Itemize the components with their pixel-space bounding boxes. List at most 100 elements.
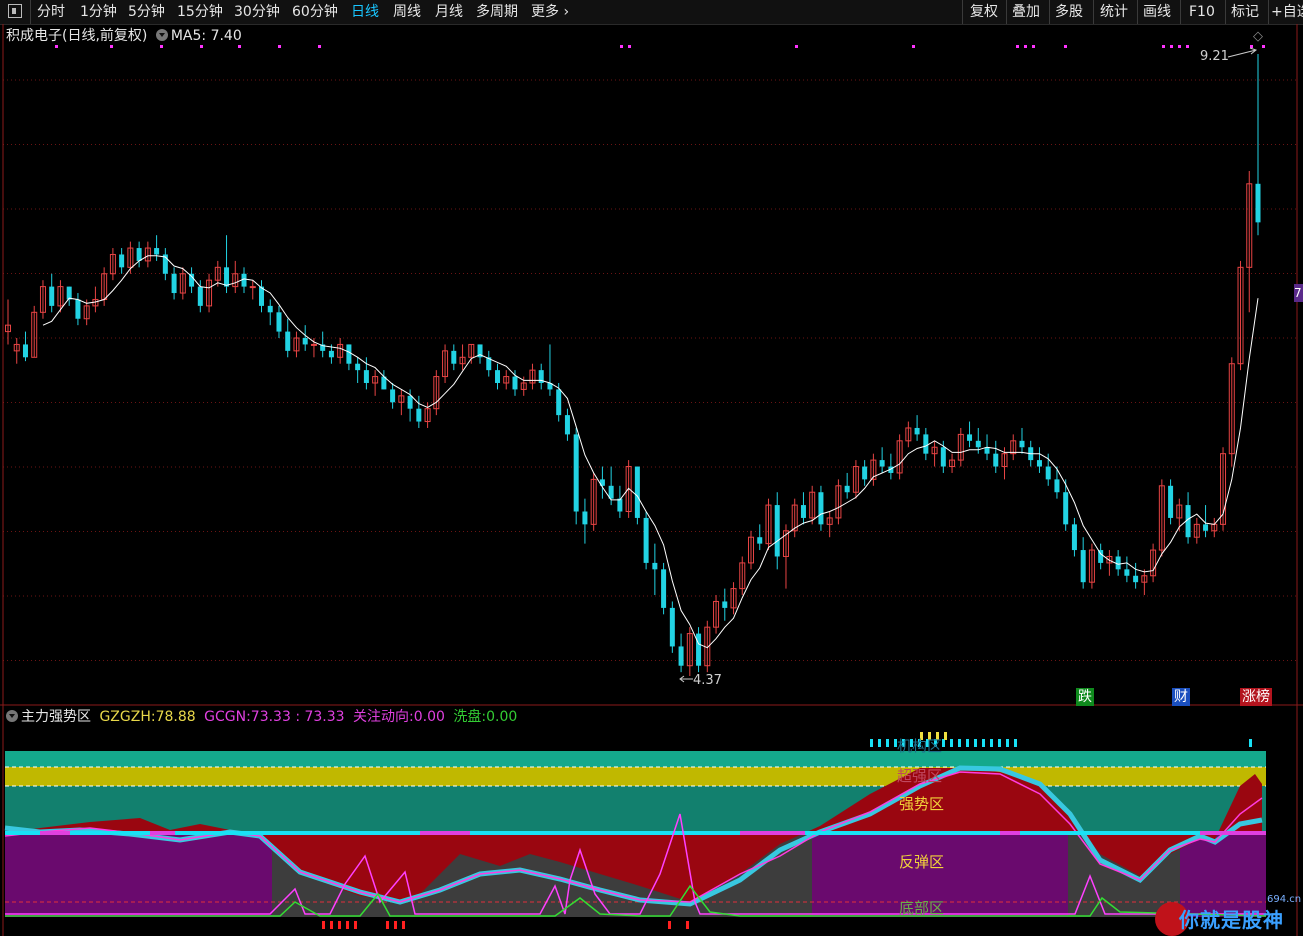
candlestick-series bbox=[5, 54, 1261, 676]
tag-limit-up[interactable]: 涨榜 bbox=[1240, 688, 1272, 706]
period-tab-5min[interactable]: 5分钟 bbox=[128, 2, 165, 22]
signal-tick bbox=[686, 921, 689, 929]
statistics-button[interactable]: 统计 bbox=[1100, 2, 1128, 22]
period-tab-monthly[interactable]: 月线 bbox=[435, 2, 463, 22]
f10-button[interactable]: F10 bbox=[1189, 2, 1215, 22]
candle-body-down bbox=[22, 344, 28, 358]
candle-body-down bbox=[451, 350, 457, 364]
tag-drop[interactable]: 跌 bbox=[1076, 688, 1094, 706]
signal-tick bbox=[402, 921, 405, 929]
signal-marker bbox=[1186, 45, 1189, 48]
more-label: 更多 bbox=[531, 4, 559, 20]
low-price-label: 4.37 bbox=[693, 673, 722, 688]
divider bbox=[962, 0, 963, 24]
mark-button[interactable]: 标记 bbox=[1231, 2, 1259, 22]
stock-name[interactable]: 积成电子 bbox=[6, 28, 62, 44]
signal-marker bbox=[795, 45, 798, 48]
candle-body-down bbox=[1133, 575, 1139, 583]
signal-tick bbox=[668, 921, 671, 929]
candle-body-down bbox=[993, 453, 999, 467]
signal-marker bbox=[238, 45, 241, 48]
signal-tick bbox=[974, 739, 977, 747]
divider bbox=[1049, 0, 1050, 24]
candle-body-down bbox=[967, 434, 973, 441]
signal-markers bbox=[55, 45, 1265, 48]
signal-tick bbox=[322, 921, 325, 929]
tag-finance[interactable]: 财 bbox=[1172, 688, 1190, 706]
panel-toggle-icon[interactable] bbox=[8, 4, 22, 18]
signal-marker bbox=[1170, 45, 1173, 48]
signal-marker bbox=[912, 45, 915, 48]
zone-label-rebound: 反弹区 bbox=[899, 853, 945, 871]
signal-marker bbox=[318, 45, 321, 48]
signal-marker bbox=[200, 45, 203, 48]
candle-body-down bbox=[1080, 550, 1086, 583]
indicator-dropdown-icon[interactable] bbox=[6, 710, 18, 722]
multi-stock-button[interactable]: 多股 bbox=[1055, 2, 1083, 22]
divider bbox=[1093, 0, 1094, 24]
candle-body-down bbox=[276, 312, 282, 332]
signal-tick bbox=[886, 739, 889, 747]
signal-tick bbox=[982, 739, 985, 747]
zone-label-top: 机构区 bbox=[897, 737, 943, 755]
period-tab-60min[interactable]: 60分钟 bbox=[292, 2, 338, 22]
price-grid bbox=[3, 79, 1297, 661]
candle-body-down bbox=[634, 466, 640, 518]
candle-body-down bbox=[669, 607, 675, 647]
candle-body-down bbox=[75, 299, 81, 319]
draw-line-button[interactable]: 画线 bbox=[1143, 2, 1171, 22]
candle-body-down bbox=[416, 408, 422, 422]
price-annotations bbox=[679, 47, 1258, 683]
add-watchlist-button[interactable]: +自选 bbox=[1271, 2, 1303, 22]
zone-label-strong: 强势区 bbox=[899, 795, 945, 813]
candle-body-down bbox=[696, 633, 702, 666]
zone-label-bottom: 底部区 bbox=[899, 899, 945, 917]
ma5-line bbox=[42, 255, 1259, 649]
signal-tick bbox=[950, 739, 953, 747]
chart-area[interactable] bbox=[0, 24, 1303, 936]
indicator-panel-graphics bbox=[4, 732, 1267, 929]
period-tab-1min[interactable]: 1分钟 bbox=[80, 2, 117, 22]
candle-body-down bbox=[224, 267, 230, 287]
zone-upper-band bbox=[5, 767, 1266, 786]
signal-tick bbox=[1249, 739, 1252, 747]
period-tab-daily[interactable]: 日线 bbox=[351, 2, 379, 22]
candle-body-down bbox=[390, 389, 396, 403]
candle-body-down bbox=[678, 646, 684, 666]
diamond-icon[interactable]: ◇ bbox=[1253, 28, 1263, 46]
signal-marker bbox=[620, 45, 623, 48]
period-tab-more[interactable]: 更多 › bbox=[531, 2, 569, 22]
watermark-site: 694.cn bbox=[1267, 894, 1302, 905]
signal-marker bbox=[110, 45, 113, 48]
divider bbox=[1225, 0, 1226, 24]
signal-tick bbox=[998, 739, 1001, 747]
chevron-right-icon: › bbox=[559, 4, 570, 20]
overlay-button[interactable]: 叠加 bbox=[1012, 2, 1040, 22]
divider bbox=[30, 0, 31, 24]
candle-body-down bbox=[661, 569, 667, 608]
candle-body-down bbox=[722, 601, 728, 608]
divider bbox=[1180, 0, 1181, 24]
period-tab-30min[interactable]: 30分钟 bbox=[234, 2, 280, 22]
candle-body-down bbox=[66, 286, 72, 300]
divider bbox=[1268, 0, 1269, 24]
dropdown-icon[interactable] bbox=[155, 29, 168, 41]
fuquan-button[interactable]: 复权 bbox=[970, 2, 998, 22]
divider bbox=[1137, 0, 1138, 24]
period-tab-timeshare[interactable]: 分时 bbox=[37, 2, 65, 22]
ma-value: 7.40 bbox=[210, 28, 242, 44]
candle-body-down bbox=[757, 537, 763, 544]
signal-tick bbox=[870, 739, 873, 747]
candle-body-down bbox=[844, 485, 850, 493]
candle-body-down bbox=[573, 434, 579, 512]
candle-body-down bbox=[197, 286, 203, 306]
period-tab-multi[interactable]: 多周期 bbox=[476, 2, 518, 22]
period-tab-15min[interactable]: 15分钟 bbox=[177, 2, 223, 22]
period-tab-weekly[interactable]: 周线 bbox=[393, 2, 421, 22]
signal-marker bbox=[1064, 45, 1067, 48]
candle-body-down bbox=[643, 517, 649, 563]
indicator-name[interactable]: 主力强势区 bbox=[21, 709, 91, 725]
candle-body-down bbox=[582, 511, 588, 525]
signal-marker bbox=[1162, 45, 1165, 48]
signal-marker bbox=[1024, 45, 1027, 48]
